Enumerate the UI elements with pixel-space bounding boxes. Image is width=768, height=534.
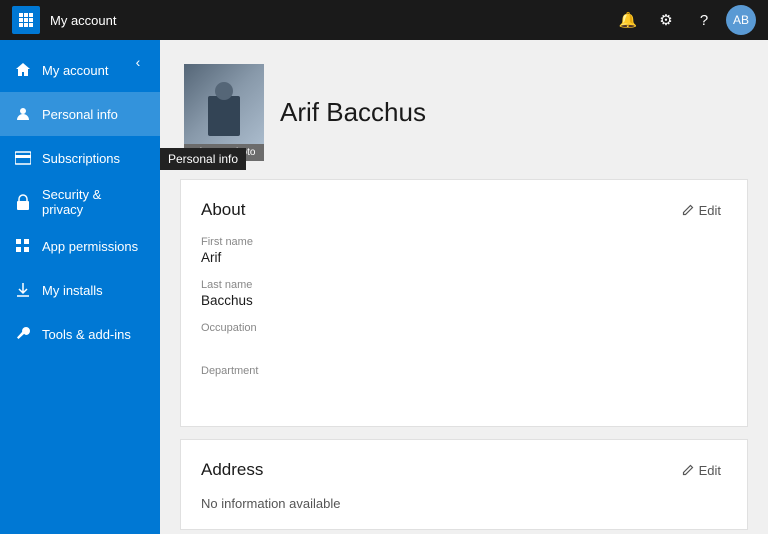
field-firstname: First name Arif bbox=[201, 236, 727, 265]
field-lastname: Last name Bacchus bbox=[201, 279, 727, 308]
sidebar-item-subscriptions[interactable]: Subscriptions bbox=[0, 136, 160, 180]
sidebar-item-security-privacy[interactable]: Security & privacy bbox=[0, 180, 160, 224]
about-edit-button[interactable]: Edit bbox=[676, 201, 727, 220]
field-occupation: Occupation bbox=[201, 322, 727, 351]
sidebar-label-personal-info: Personal info bbox=[42, 107, 118, 122]
user-avatar[interactable]: AB bbox=[726, 5, 756, 35]
photo-background bbox=[184, 64, 264, 144]
about-card-header: About Edit bbox=[201, 200, 727, 220]
about-title: About bbox=[201, 200, 245, 220]
sidebar-item-personal-info[interactable]: Personal info bbox=[0, 92, 160, 136]
address-card-header: Address Edit bbox=[201, 460, 727, 480]
sidebar-label-my-account: My account bbox=[42, 63, 108, 78]
help-icon[interactable]: ? bbox=[688, 4, 720, 36]
lastname-label: Last name bbox=[201, 279, 727, 291]
settings-icon[interactable]: ⚙ bbox=[650, 4, 682, 36]
sidebar-item-my-account[interactable]: My account bbox=[0, 48, 160, 92]
field-department: Department bbox=[201, 365, 727, 394]
apps-grid-button[interactable] bbox=[12, 6, 40, 34]
topbar-icons: 🔔 ⚙ ? AB bbox=[612, 4, 756, 36]
address-title: Address bbox=[201, 460, 263, 480]
home-icon bbox=[14, 62, 32, 78]
wrench-icon bbox=[14, 326, 32, 342]
change-photo-button[interactable]: Change photo bbox=[184, 144, 264, 161]
address-no-info: No information available bbox=[201, 496, 727, 511]
notifications-icon[interactable]: 🔔 bbox=[612, 4, 644, 36]
sidebar-label-security-privacy: Security & privacy bbox=[42, 187, 146, 217]
profile-photo-container: Change photo bbox=[184, 64, 264, 161]
occupation-value bbox=[201, 336, 727, 351]
card-icon bbox=[14, 151, 32, 165]
content-area: Personal info Change photo Arif Bacchus … bbox=[160, 40, 768, 534]
address-edit-label: Edit bbox=[699, 463, 721, 478]
sidebar-item-my-installs[interactable]: My installs bbox=[0, 268, 160, 312]
profile-header: Change photo Arif Bacchus bbox=[160, 40, 768, 179]
occupation-label: Occupation bbox=[201, 322, 727, 334]
address-card: Address Edit No information available bbox=[180, 439, 748, 530]
department-value bbox=[201, 379, 727, 394]
address-edit-button[interactable]: Edit bbox=[676, 461, 727, 480]
about-card: About Edit First name Arif Last name Bac… bbox=[180, 179, 748, 427]
sidebar-label-tools-addins: Tools & add-ins bbox=[42, 327, 131, 342]
department-label: Department bbox=[201, 365, 727, 377]
profile-name: Arif Bacchus bbox=[280, 97, 426, 128]
firstname-label: First name bbox=[201, 236, 727, 248]
main-layout: ‹ My account Personal info bbox=[0, 40, 768, 534]
topbar: My account 🔔 ⚙ ? AB bbox=[0, 0, 768, 40]
sidebar: ‹ My account Personal info bbox=[0, 40, 160, 534]
sidebar-label-subscriptions: Subscriptions bbox=[42, 151, 120, 166]
sidebar-label-my-installs: My installs bbox=[42, 283, 103, 298]
grid-icon bbox=[14, 239, 32, 253]
firstname-value: Arif bbox=[201, 250, 727, 265]
sidebar-label-app-permissions: App permissions bbox=[42, 239, 138, 254]
app-title: My account bbox=[50, 13, 612, 28]
address-edit-icon bbox=[682, 464, 694, 476]
sidebar-item-tools-addins[interactable]: Tools & add-ins bbox=[0, 312, 160, 356]
person-icon bbox=[14, 106, 32, 122]
edit-icon bbox=[682, 204, 694, 216]
download-icon bbox=[14, 282, 32, 298]
lock-icon bbox=[14, 194, 32, 210]
sidebar-item-app-permissions[interactable]: App permissions bbox=[0, 224, 160, 268]
photo-figure bbox=[208, 96, 240, 136]
profile-photo bbox=[184, 64, 264, 144]
about-edit-label: Edit bbox=[699, 203, 721, 218]
lastname-value: Bacchus bbox=[201, 293, 727, 308]
